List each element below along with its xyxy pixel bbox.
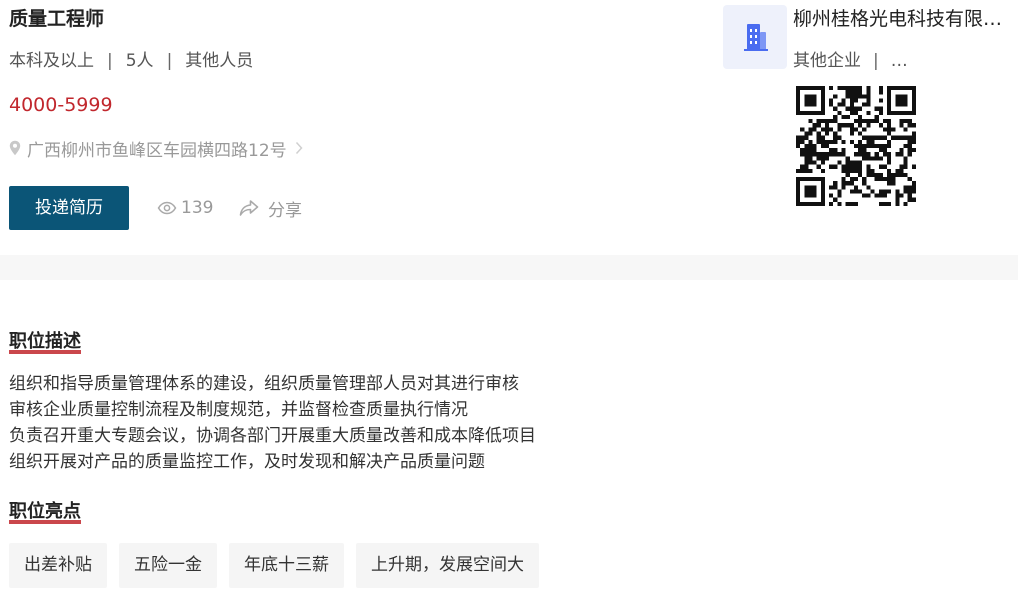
eye-icon bbox=[157, 201, 177, 215]
view-count-value: 139 bbox=[181, 198, 214, 218]
education-requirement: 本科及以上 bbox=[9, 51, 94, 71]
job-highlights-heading-text: 职位亮点 bbox=[9, 501, 81, 522]
job-description-heading-text: 职位描述 bbox=[9, 331, 81, 352]
meta-separator: | bbox=[107, 51, 113, 71]
qr-code bbox=[796, 86, 916, 206]
job-title: 质量工程师 bbox=[9, 8, 105, 30]
job-description-heading: 职位描述 bbox=[9, 330, 81, 356]
address-link[interactable]: 广西柳州市鱼峰区车园横四路12号 bbox=[9, 136, 303, 161]
meta-separator: | bbox=[873, 51, 879, 71]
company-logo[interactable] bbox=[723, 5, 787, 69]
chevron-right-icon bbox=[295, 141, 303, 155]
highlight-tag: 年底十三薪 bbox=[229, 543, 344, 588]
description-line: 审核企业质量控制流程及制度规范，并监督检查质量执行情况 bbox=[9, 400, 468, 420]
salary: 4000-5999 bbox=[9, 94, 113, 116]
share-arrow-icon bbox=[239, 199, 259, 217]
headcount: 5人 bbox=[125, 51, 154, 71]
highlight-tag: 出差补贴 bbox=[9, 543, 107, 588]
apply-resume-button[interactable]: 投递简历 bbox=[9, 186, 129, 230]
share-button[interactable]: 分享 bbox=[239, 196, 302, 221]
highlight-tag: 五险一金 bbox=[119, 543, 217, 588]
share-label: 分享 bbox=[268, 200, 302, 221]
company-name-link[interactable]: 柳州桂格光电科技有限公司 bbox=[793, 6, 1003, 32]
job-meta: 本科及以上 | 5人 | 其他人员 bbox=[9, 49, 253, 73]
description-line: 负责召开重大专题会议，协调各部门开展重大质量改善和成本降低项目 bbox=[9, 426, 536, 446]
job-highlights-heading: 职位亮点 bbox=[9, 500, 81, 526]
address-text: 广西柳州市鱼峰区车园横四路12号 bbox=[27, 140, 287, 161]
highlight-tag: 上升期，发展空间大 bbox=[356, 543, 539, 588]
description-line: 组织和指导质量管理体系的建设，组织质量管理部人员对其进行审核 bbox=[9, 374, 519, 394]
company-meta: 其他企业 | … bbox=[793, 49, 908, 73]
meta-separator: | bbox=[166, 51, 173, 71]
location-pin-icon bbox=[9, 139, 23, 157]
job-description: 组织和指导质量管理体系的建设，组织质量管理部人员对其进行审核 审核企业质量控制流… bbox=[9, 371, 536, 475]
qr-code-modules bbox=[796, 86, 916, 206]
company-type: 其他企业 bbox=[793, 51, 861, 71]
description-line: 组织开展对产品的质量监控工作，及时发现和解决产品质量问题 bbox=[9, 452, 485, 472]
section-divider bbox=[0, 255, 1018, 280]
company-meta-more: … bbox=[890, 51, 908, 71]
job-category: 其他人员 bbox=[185, 51, 254, 71]
building-icon bbox=[744, 24, 768, 51]
highlight-tags: 出差补贴 五险一金 年底十三薪 上升期，发展空间大 bbox=[9, 543, 551, 588]
view-count: 139 bbox=[157, 196, 213, 220]
